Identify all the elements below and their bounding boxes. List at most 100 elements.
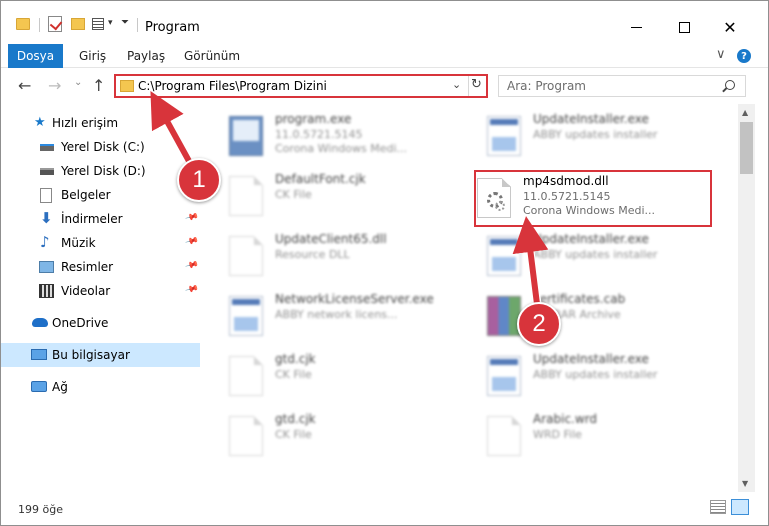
sidebar-item-downloads[interactable]: ⬇ İndirmeler 📌 [0, 207, 200, 231]
music-icon: ♪ [40, 233, 50, 251]
close-button[interactable]: ✕ [707, 12, 753, 42]
title-separator [137, 18, 138, 32]
file-item[interactable]: gtd.cjk CK File [209, 350, 459, 402]
pin-icon[interactable]: 📌 [184, 211, 199, 225]
star-icon: ★ [34, 115, 46, 130]
pin-icon[interactable]: 📌 [184, 235, 199, 249]
customize-toolbar-icon[interactable]: ⏷ [121, 17, 129, 28]
pin-icon[interactable]: 📌 [184, 283, 199, 297]
navigation-pane: ★ Hızlı erişim Yerel Disk (C:) Yerel Dis… [0, 104, 205, 492]
file-item[interactable]: UpdateClient65.dll Resource DLL [209, 230, 459, 282]
folder-icon [16, 18, 30, 30]
sidebar-item-label: Resimler [61, 260, 114, 274]
document-file-icon [487, 416, 521, 456]
new-folder-icon[interactable] [71, 18, 85, 30]
expand-ribbon-icon[interactable]: ∨ [716, 47, 726, 62]
file-item[interactable]: DefaultFont.cjk CK File [209, 170, 459, 222]
sidebar-item-quick-access[interactable]: ★ Hızlı erişim [0, 111, 200, 135]
drive-icon [40, 168, 54, 175]
scroll-up-icon[interactable]: ▲ [742, 108, 748, 117]
file-detail: CK File [275, 188, 312, 201]
file-item[interactable]: UpdateInstaller.exe ABBY updates install… [467, 110, 717, 162]
address-dropdown-icon[interactable]: ⌄ [452, 78, 461, 91]
installer-file-icon [487, 116, 521, 156]
sidebar-item-label: Müzik [61, 236, 96, 250]
up-arrow-icon[interactable]: ↑ [92, 76, 105, 95]
properties-icon[interactable] [92, 18, 104, 30]
sidebar-item-network[interactable]: Ağ [0, 375, 200, 399]
file-detail: Corona Windows Medi... [275, 142, 408, 155]
address-path[interactable]: C:\Program Files\Program Dizini [138, 79, 327, 93]
sidebar-item-disk-c[interactable]: Yerel Disk (C:) [0, 135, 200, 159]
toolbar-separator [39, 18, 40, 32]
search-input[interactable]: Ara: Program [498, 75, 746, 97]
file-name: UpdateInstaller.exe [533, 232, 649, 246]
tab-file[interactable]: Dosya [8, 44, 63, 68]
document-file-icon [229, 176, 263, 216]
sidebar-item-disk-d[interactable]: Yerel Disk (D:) [0, 159, 200, 183]
file-item[interactable]: gtd.cjk CK File [209, 410, 459, 462]
chevron-down-icon[interactable]: ▾ [108, 18, 113, 28]
address-bar[interactable]: C:\Program Files\Program Dizini ⌄ ↻ [114, 74, 488, 98]
tab-share[interactable]: Paylaş [127, 49, 165, 63]
file-item[interactable]: UpdateInstaller.exe ABBY updates install… [467, 230, 717, 282]
sidebar-item-music[interactable]: ♪ Müzik 📌 [0, 231, 200, 255]
sidebar-item-videos[interactable]: Videolar 📌 [0, 279, 200, 303]
search-placeholder: Ara: Program [507, 79, 586, 93]
properties-check-icon[interactable] [48, 16, 62, 32]
file-item[interactable]: certificates.cab WinRAR Archive [467, 290, 717, 342]
drive-icon [40, 144, 54, 151]
sidebar-item-label: OneDrive [52, 316, 109, 330]
sidebar-item-documents[interactable]: Belgeler 📌 [0, 183, 200, 207]
sidebar-item-pictures[interactable]: Resimler 📌 [0, 255, 200, 279]
sidebar-item-onedrive[interactable]: OneDrive [0, 311, 200, 335]
file-detail: ABBY network licens... [275, 308, 398, 321]
file-item[interactable]: NetworkLicenseServer.exe ABBY network li… [209, 290, 459, 342]
file-name: program.exe [275, 112, 352, 126]
help-icon[interactable]: ? [737, 49, 751, 63]
scroll-down-icon[interactable]: ▼ [742, 479, 748, 488]
archive-file-icon [487, 296, 521, 336]
computer-icon [31, 349, 47, 360]
file-list: program.exe 11.0.5721.5145 Corona Window… [205, 104, 738, 492]
document-file-icon [229, 416, 263, 456]
step-callout-1: 1 [177, 158, 221, 202]
vertical-scrollbar[interactable]: ▲ ▼ [738, 104, 755, 492]
dll-file-icon [229, 236, 263, 276]
file-item[interactable]: UpdateInstaller.exe ABBY updates install… [467, 350, 717, 402]
file-name: NetworkLicenseServer.exe [275, 292, 434, 306]
maximize-button[interactable] [661, 12, 707, 42]
scroll-thumb[interactable] [740, 122, 753, 174]
details-view-icon[interactable] [710, 500, 726, 514]
tiles-view-icon[interactable] [731, 499, 749, 515]
document-file-icon [229, 356, 263, 396]
recent-locations-icon[interactable]: ⌄ [74, 77, 82, 88]
sidebar-item-label: Bu bilgisayar [52, 348, 130, 362]
file-item[interactable]: Arabic.wrd WRD File [467, 410, 717, 462]
tab-view[interactable]: Görünüm [184, 49, 240, 63]
highlight-box [474, 170, 712, 227]
forward-arrow-icon[interactable]: → [48, 76, 61, 95]
sidebar-item-label: Yerel Disk (D:) [61, 164, 146, 178]
file-item[interactable]: program.exe 11.0.5721.5145 Corona Window… [209, 110, 459, 162]
refresh-icon[interactable]: ↻ [471, 77, 482, 92]
minimize-button[interactable] [613, 12, 659, 42]
file-detail: WRD File [533, 428, 582, 441]
item-count: 199 öğe [18, 503, 63, 516]
file-detail: ABBY updates installer [533, 368, 658, 381]
file-detail: CK File [275, 428, 312, 441]
pin-icon[interactable]: 📌 [184, 259, 199, 273]
sidebar-item-this-pc[interactable]: Bu bilgisayar [0, 343, 200, 367]
exe-file-icon [229, 296, 263, 336]
back-arrow-icon[interactable]: ← [18, 76, 31, 95]
installer-file-icon [487, 236, 521, 276]
sidebar-item-label: Hızlı erişim [52, 116, 119, 130]
pictures-icon [39, 261, 54, 273]
sidebar-item-label: Yerel Disk (C:) [61, 140, 145, 154]
file-name: DefaultFont.cjk [275, 172, 366, 186]
video-icon [39, 284, 54, 298]
file-name: UpdateClient65.dll [275, 232, 387, 246]
file-name: UpdateInstaller.exe [533, 112, 649, 126]
search-icon[interactable] [725, 80, 735, 90]
tab-home[interactable]: Giriş [79, 49, 106, 63]
